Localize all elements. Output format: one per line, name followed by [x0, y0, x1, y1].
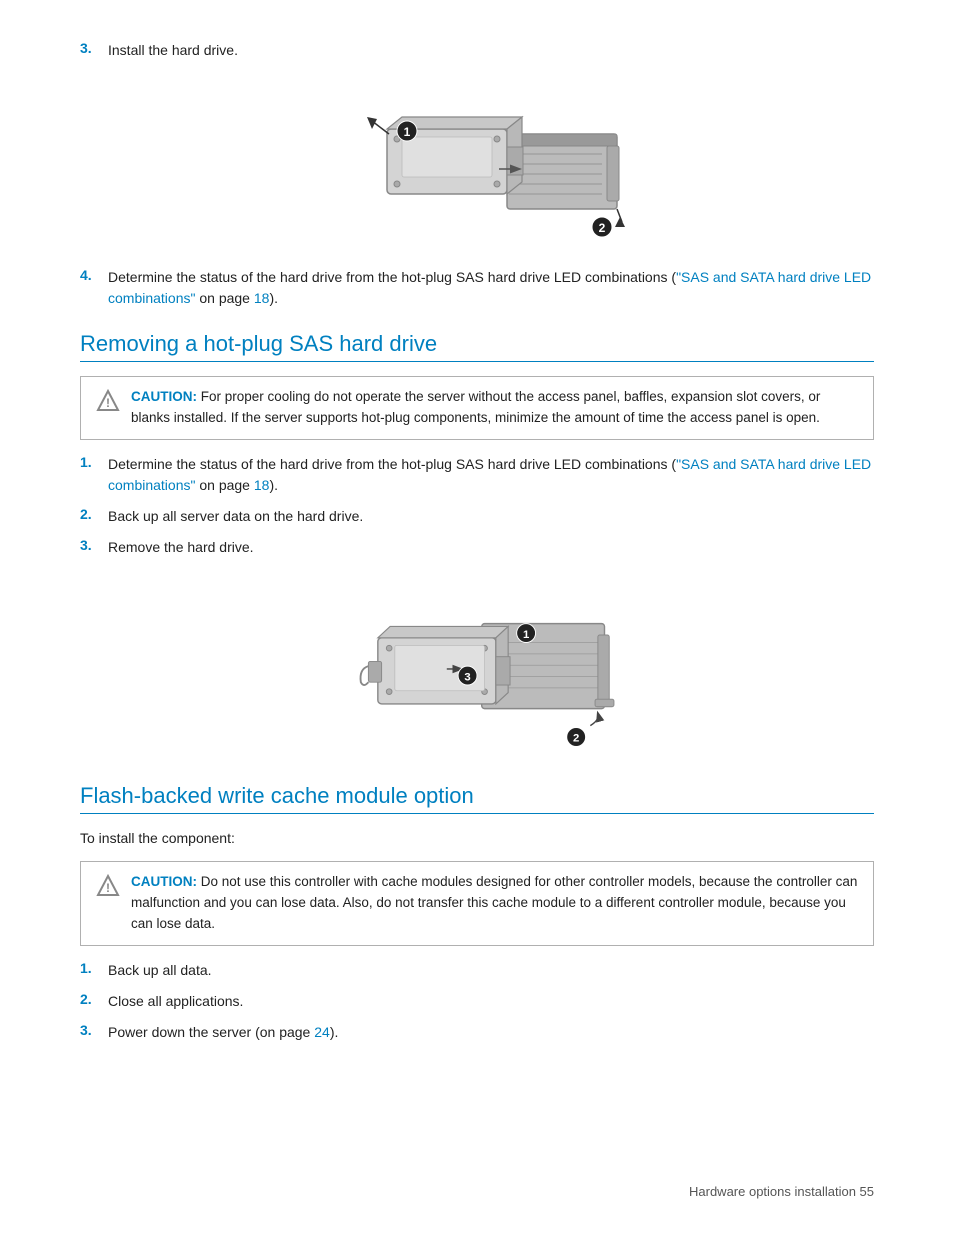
step-number-4: 4. — [80, 267, 108, 283]
remove-step-3-text: Remove the hard drive. — [108, 537, 874, 558]
caution-box-flash: ! CAUTION: Do not use this controller wi… — [80, 861, 874, 946]
drive-install-figure: 1 2 — [80, 79, 874, 249]
svg-text:2: 2 — [599, 221, 606, 235]
page-footer: Hardware options installation 55 — [689, 1184, 874, 1199]
remove-step-1: 1. Determine the status of the hard driv… — [80, 454, 874, 496]
drive-install-svg: 1 2 — [307, 79, 647, 249]
page-link-18-2[interactable]: 18 — [254, 477, 270, 493]
remove-step-1-text: Determine the status of the hard drive f… — [108, 454, 874, 496]
flash-step-2-text: Close all applications. — [108, 991, 874, 1012]
flash-step-2: 2. Close all applications. — [80, 991, 874, 1012]
caution-label-removing: CAUTION: — [131, 389, 197, 404]
remove-step-num-3: 3. — [80, 537, 108, 553]
install-step-4: 4. Determine the status of the hard driv… — [80, 267, 874, 309]
svg-text:1: 1 — [523, 629, 529, 641]
caution-text-removing: CAUTION: For proper cooling do not opera… — [131, 387, 859, 429]
caution-icon-flash: ! — [95, 874, 121, 904]
flash-step-num-2: 2. — [80, 991, 108, 1007]
removing-section-heading: Removing a hot-plug SAS hard drive — [80, 331, 874, 362]
remove-step-2-text: Back up all server data on the hard driv… — [108, 506, 874, 527]
drive-remove-svg: 1 3 2 — [307, 576, 647, 761]
install-step-3: 3. Install the hard drive. — [80, 40, 874, 61]
remove-step-3: 3. Remove the hard drive. — [80, 537, 874, 558]
step-number-3: 3. — [80, 40, 108, 56]
flash-section-heading: Flash-backed write cache module option — [80, 783, 874, 814]
flash-step-3-text: Power down the server (on page 24). — [108, 1022, 874, 1043]
flash-step-1: 1. Back up all data. — [80, 960, 874, 981]
remove-step-num-1: 1. — [80, 454, 108, 470]
caution-box-removing: ! CAUTION: For proper cooling do not ope… — [80, 376, 874, 440]
remove-step-num-2: 2. — [80, 506, 108, 522]
page-link-18-1[interactable]: 18 — [254, 290, 270, 306]
svg-text:!: ! — [106, 881, 110, 895]
sas-sata-link-1[interactable]: "SAS and SATA hard drive LED combination… — [108, 269, 871, 306]
sas-sata-link-2[interactable]: "SAS and SATA hard drive LED combination… — [108, 456, 871, 493]
step-3-text: Install the hard drive. — [108, 40, 874, 61]
svg-text:2: 2 — [573, 733, 579, 745]
svg-text:3: 3 — [464, 671, 470, 683]
step-4-text: Determine the status of the hard drive f… — [108, 267, 874, 309]
caution-icon-removing: ! — [95, 389, 121, 419]
page-link-24[interactable]: 24 — [314, 1024, 330, 1040]
flash-step-3: 3. Power down the server (on page 24). — [80, 1022, 874, 1043]
remove-step-2: 2. Back up all server data on the hard d… — [80, 506, 874, 527]
caution-label-flash: CAUTION: — [131, 874, 197, 889]
caution-text-flash: CAUTION: Do not use this controller with… — [131, 872, 859, 935]
svg-text:!: ! — [106, 396, 110, 410]
flash-step-num-1: 1. — [80, 960, 108, 976]
drive-remove-figure: 1 3 2 — [80, 576, 874, 761]
flash-step-num-3: 3. — [80, 1022, 108, 1038]
flash-intro: To install the component: — [80, 828, 874, 849]
flash-step-1-text: Back up all data. — [108, 960, 874, 981]
svg-text:1: 1 — [404, 125, 411, 139]
